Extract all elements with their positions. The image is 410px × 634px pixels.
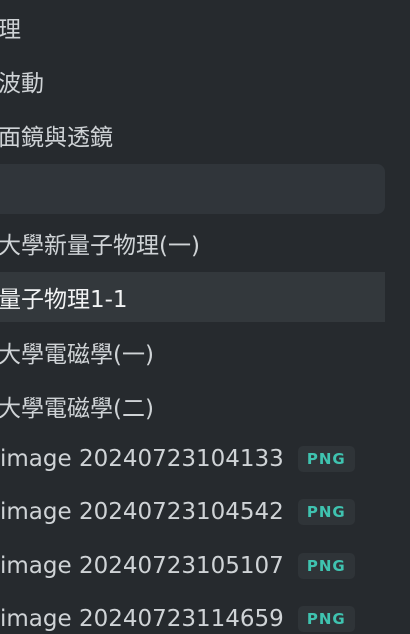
tree-item-folder[interactable]: 波動 — [0, 60, 385, 102]
tree-item-label: image 20240723104133 — [0, 446, 284, 472]
tree-item-note[interactable]: 大學電磁學(二) — [0, 385, 385, 427]
tree-item-label: 大學電磁學(一) — [0, 342, 154, 368]
tree-item-image-file[interactable]: image 20240723104542 PNG — [0, 491, 385, 533]
tree-item-label: 理 — [0, 17, 21, 43]
tree-item-label: 大學電磁學(二) — [0, 396, 154, 422]
tree-item-note[interactable]: 大學電磁學(一) — [0, 331, 385, 373]
tree-item-note-active[interactable]: 量子物理1-1 — [0, 272, 385, 322]
tree-item-label: image 20240723105107 — [0, 553, 284, 579]
tree-item-note[interactable]: 大學新量子物理(一) — [0, 222, 385, 264]
tree-item-folder[interactable]: 理 — [0, 6, 385, 48]
tree-item-label: image 20240723114659 — [0, 606, 284, 632]
tree-item-label: 波動 — [0, 71, 44, 97]
tree-item-folder[interactable]: 面鏡與透鏡 — [0, 114, 385, 156]
tree-item-image-file[interactable]: image 20240723105107 PNG — [0, 545, 385, 587]
file-extension-badge: PNG — [297, 606, 355, 632]
tree-item-image-file[interactable]: image 20240723104133 PNG — [0, 438, 385, 480]
file-extension-badge: PNG — [297, 499, 355, 525]
file-extension-badge: PNG — [297, 446, 355, 472]
tree-item-image-file[interactable]: image 20240723114659 PNG — [0, 598, 385, 634]
tree-item-label: 面鏡與透鏡 — [0, 125, 113, 151]
file-explorer-tree: 理 波動 面鏡與透鏡 大學新量子物理(一) 量子物理1-1 大學電磁學(一) 大… — [0, 0, 410, 634]
file-extension-badge: PNG — [297, 553, 355, 579]
tree-item-hovered[interactable] — [0, 164, 385, 214]
tree-item-label: image 20240723104542 — [0, 499, 284, 525]
tree-item-label: 量子物理1-1 — [0, 287, 128, 313]
tree-item-label: 大學新量子物理(一) — [0, 233, 200, 259]
